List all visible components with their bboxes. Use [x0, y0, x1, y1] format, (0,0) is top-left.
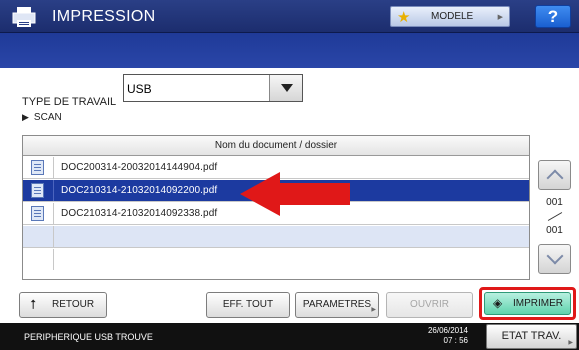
printer-icon — [12, 7, 36, 27]
file-list-header: Nom du document / dossier — [23, 136, 529, 156]
parametres-label: PARAMETRES — [302, 299, 372, 310]
info-bar — [0, 33, 579, 68]
file-name: DOC210314-21032014092200.pdf — [61, 185, 218, 196]
datetime: 26/06/2014 07 : 56 — [424, 326, 468, 346]
empty-row — [23, 249, 529, 271]
row-icon-cell — [23, 249, 54, 270]
modele-label: MODELE — [431, 11, 474, 22]
scroll-down-button[interactable] — [538, 244, 571, 274]
status-message: PERIPHERIQUE USB TROUVE — [24, 332, 153, 342]
current-page: 001 — [546, 197, 563, 208]
page-indicator: 001 001 — [537, 197, 572, 237]
retour-button[interactable]: ⭡ RETOUR — [19, 292, 107, 318]
imprimer-highlight: ◈ IMPRIMER — [479, 287, 576, 320]
etat-trav-button[interactable]: ETAT TRAV. ▶ — [486, 324, 577, 349]
chevron-down-icon[interactable] — [269, 75, 302, 101]
star-icon: ★ — [397, 9, 411, 26]
total-pages: 001 — [546, 225, 563, 236]
etat-trav-label: ETAT TRAV. — [501, 330, 562, 342]
modele-button[interactable]: ★ MODELE ▶ — [390, 6, 510, 27]
title-bar: IMPRESSION ★ MODELE ▶ ? — [0, 0, 579, 33]
empty-row — [23, 226, 529, 248]
page-title: IMPRESSION — [52, 8, 156, 25]
file-name: DOC200314-20032014144904.pdf — [61, 162, 218, 173]
row-icon-cell — [23, 226, 54, 247]
imprimer-label: IMPRIMER — [513, 298, 563, 309]
retour-label: RETOUR — [52, 299, 95, 310]
current-folder-label: SCAN — [33, 112, 62, 123]
arrow-right-icon: ▶ — [371, 307, 376, 313]
folder-triangle-icon: ▶ — [22, 112, 29, 122]
status-date: 26/06/2014 — [427, 326, 468, 335]
arrow-right-icon: ▶ — [568, 340, 573, 346]
page-divider — [547, 212, 563, 221]
back-arrow-icon: ⭡ — [30, 297, 37, 312]
status-time: 07 : 56 — [443, 336, 468, 345]
arrow-left-icon — [240, 172, 350, 216]
current-folder[interactable]: ▶ SCAN — [22, 112, 62, 123]
scroll-up-button[interactable] — [538, 160, 571, 190]
imprimer-button[interactable]: ◈ IMPRIMER — [484, 292, 571, 315]
row-icon-cell — [23, 157, 54, 178]
document-icon — [31, 206, 44, 221]
job-type-label: TYPE DE TRAVAIL — [22, 96, 117, 108]
document-icon — [31, 183, 44, 198]
print-start-icon: ◈ — [493, 296, 503, 310]
parametres-button[interactable]: PARAMETRES ▶ — [295, 292, 379, 318]
help-button[interactable]: ? — [535, 5, 571, 28]
job-type-select[interactable]: USB — [123, 74, 303, 102]
document-icon — [31, 160, 44, 175]
arrow-right-icon: ▶ — [497, 14, 503, 21]
row-icon-cell — [23, 180, 54, 201]
row-icon-cell — [23, 203, 54, 224]
file-name: DOC210314-21032014092338.pdf — [61, 208, 218, 219]
ouvrir-button[interactable]: OUVRIR — [386, 292, 473, 318]
job-type-value: USB — [127, 82, 152, 96]
eff-tout-button[interactable]: EFF. TOUT — [206, 292, 290, 318]
